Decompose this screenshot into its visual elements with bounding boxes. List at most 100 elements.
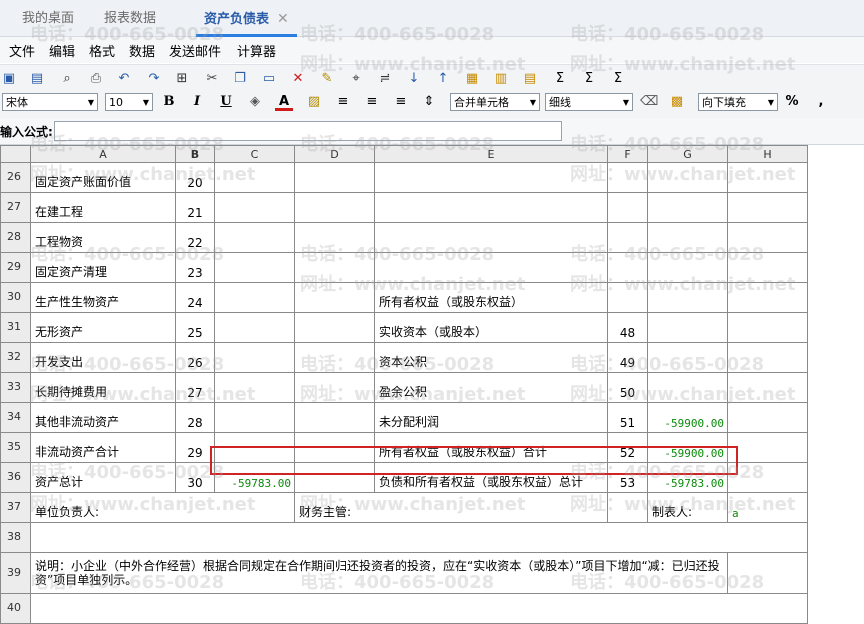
tab-report-data[interactable]: 报表数据 [104, 0, 156, 34]
border-style-icon[interactable]: ▨ [305, 93, 323, 111]
paste-icon[interactable]: ▭ [260, 70, 278, 88]
column-header[interactable]: A [30, 145, 176, 163]
cell[interactable] [607, 282, 648, 313]
cell[interactable] [647, 342, 728, 373]
cell[interactable] [647, 162, 728, 193]
cell[interactable]: 固定资产账面价值 [30, 162, 176, 193]
cell[interactable]: 生产性生物资产 [30, 282, 176, 313]
percent-button[interactable]: % [783, 93, 801, 111]
column-header[interactable]: G [647, 145, 728, 163]
cell[interactable] [727, 192, 808, 223]
font-color-button[interactable]: A [275, 93, 293, 111]
cell[interactable]: 其他非流动资产 [30, 402, 176, 433]
cell[interactable] [607, 222, 648, 253]
cut-icon[interactable]: ✂ [203, 70, 221, 88]
cell[interactable]: 未分配利润 [374, 402, 608, 433]
italic-button[interactable]: I [188, 93, 206, 111]
cell[interactable]: 27 [175, 372, 215, 403]
cell[interactable] [647, 252, 728, 283]
row-header[interactable]: 26 [0, 162, 31, 193]
cell[interactable] [607, 162, 648, 193]
column-header[interactable]: F [607, 145, 648, 163]
row-header[interactable]: 33 [0, 372, 31, 403]
row-header[interactable]: 35 [0, 432, 31, 463]
cell[interactable] [294, 432, 375, 463]
cell[interactable]: 49 [607, 342, 648, 373]
total-assets-cell[interactable]: -59783.00 [214, 462, 295, 493]
cell[interactable]: 在建工程 [30, 192, 176, 223]
copy-icon[interactable]: ❐ [231, 70, 249, 88]
cell[interactable] [727, 312, 808, 343]
cell[interactable] [214, 372, 295, 403]
save-icon[interactable]: ▣ [0, 70, 18, 88]
cell[interactable] [647, 222, 728, 253]
vertical-align-icon[interactable]: ⇕ [420, 93, 438, 111]
cell[interactable]: 51 [607, 402, 648, 433]
cell[interactable]: -59900.00 [647, 432, 728, 463]
row-header[interactable]: 37 [0, 492, 31, 523]
sort-descending-icon[interactable]: ↑ [434, 70, 452, 88]
cell[interactable] [294, 462, 375, 493]
menu-data[interactable]: 数据 [129, 41, 155, 60]
cell[interactable]: 48 [607, 312, 648, 343]
cell[interactable] [727, 282, 808, 313]
cell[interactable]: 负债和所有者权益（或股东权益）总计 [374, 462, 608, 493]
fill-color-icon[interactable]: ◈ [246, 93, 264, 111]
preparer-label[interactable]: 制表人: [647, 492, 728, 523]
row-header[interactable]: 40 [0, 593, 31, 624]
cell[interactable] [214, 162, 295, 193]
cell[interactable]: 52 [607, 432, 648, 463]
cell[interactable] [294, 192, 375, 223]
column-header[interactable]: H [727, 145, 808, 163]
cell[interactable] [727, 432, 808, 463]
column-header[interactable]: C [214, 145, 295, 163]
clear-format-icon[interactable]: ✎ [318, 70, 336, 88]
cell[interactable]: 长期待摊费用 [30, 372, 176, 403]
column-header[interactable]: E [374, 145, 608, 163]
cell[interactable]: 53 [607, 462, 648, 493]
sort-ascending-icon[interactable]: ↓ [405, 70, 423, 88]
cell[interactable]: -59900.00 [647, 402, 728, 433]
cell[interactable]: 盈余公积 [374, 372, 608, 403]
delete-icon[interactable]: ✕ [289, 70, 307, 88]
cell[interactable]: 30 [175, 462, 215, 493]
total-liabilities-equity-cell[interactable]: -59783.00 [647, 462, 728, 493]
cell[interactable] [727, 552, 808, 594]
cell[interactable]: 28 [175, 402, 215, 433]
cell[interactable] [294, 312, 375, 343]
find-icon[interactable]: ⌖ [347, 70, 365, 88]
cell[interactable]: 所有者权益（或股东权益） [374, 282, 608, 313]
cell[interactable] [214, 252, 295, 283]
border-line-select[interactable]: 细线 ▼ [545, 93, 633, 111]
cell[interactable] [294, 222, 375, 253]
row-header[interactable]: 39 [0, 552, 31, 594]
fill-direction-select[interactable]: 向下填充 ▼ [698, 93, 778, 111]
cell[interactable] [214, 432, 295, 463]
cell[interactable] [214, 282, 295, 313]
cell[interactable] [607, 492, 648, 523]
row-header[interactable]: 29 [0, 252, 31, 283]
cell[interactable] [214, 312, 295, 343]
row-header[interactable]: 38 [0, 522, 31, 553]
cell[interactable] [727, 342, 808, 373]
cell[interactable]: 资产总计 [30, 462, 176, 493]
cell[interactable]: 50 [607, 372, 648, 403]
cell[interactable] [30, 522, 808, 553]
insert-row-icon[interactable]: ▦ [463, 70, 481, 88]
cell[interactable]: 工程物资 [30, 222, 176, 253]
delete-row-icon[interactable]: ▤ [521, 70, 539, 88]
cell[interactable]: 20 [175, 162, 215, 193]
cell[interactable] [294, 372, 375, 403]
column-header[interactable]: B [175, 145, 215, 163]
redo-icon[interactable]: ↷ [145, 70, 163, 88]
cell[interactable]: 无形资产 [30, 312, 176, 343]
cell[interactable] [374, 222, 608, 253]
underline-button[interactable]: U [217, 93, 235, 111]
cell[interactable]: 开发支出 [30, 342, 176, 373]
menu-send-mail[interactable]: 发送邮件 [169, 41, 221, 60]
close-icon[interactable]: ✕ [277, 11, 289, 27]
cell[interactable]: 29 [175, 432, 215, 463]
font-family-select[interactable]: 宋体 ▼ [2, 93, 98, 111]
cell[interactable] [727, 222, 808, 253]
print-icon[interactable]: ⎙ [87, 70, 105, 88]
